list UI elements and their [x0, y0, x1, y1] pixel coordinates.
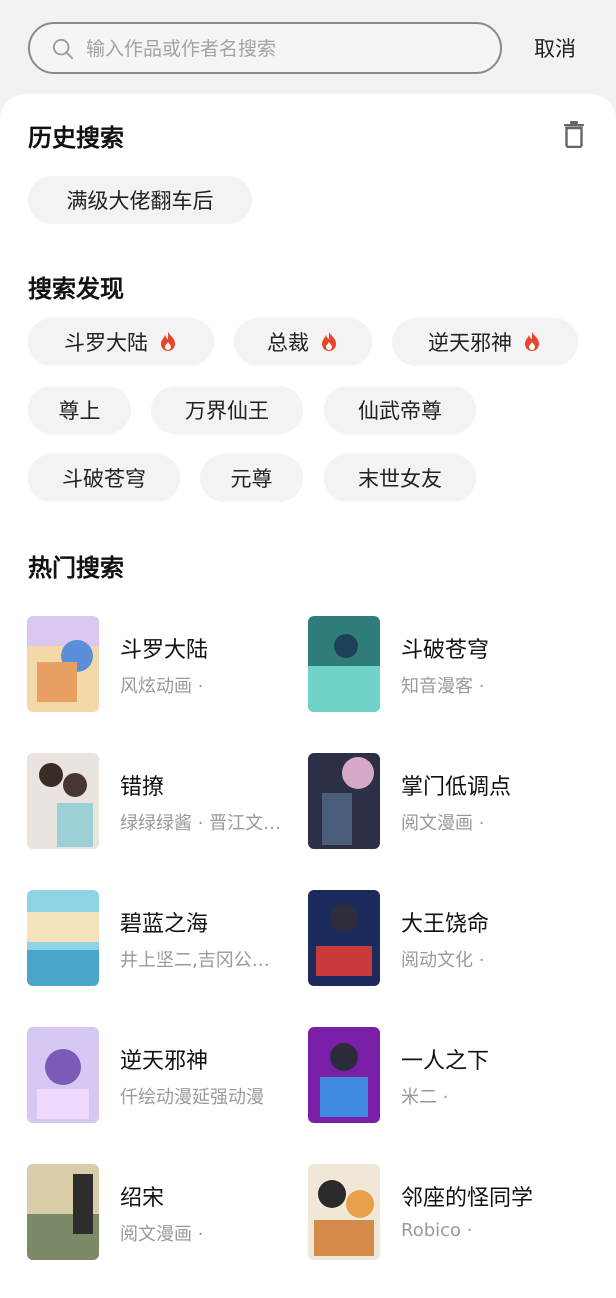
search-panel: 历史搜索 满级大佬翻车后 搜索发现 斗罗大陆 总裁 逆天邪神 尊上 万界仙王 仙… [0, 94, 616, 1298]
cover-image [27, 616, 99, 712]
cover-image [308, 890, 380, 986]
hot-item-author: 阅文漫画 · [120, 1224, 204, 1245]
search-box[interactable] [28, 22, 502, 74]
cover-image [308, 753, 380, 849]
hot-item-author: 知音漫客 · [401, 676, 485, 697]
hot-item-author: 井上坚二,吉冈公… [120, 950, 270, 971]
search-bar: 取消 [0, 0, 616, 100]
trash-icon[interactable] [562, 120, 586, 148]
hot-item[interactable]: 绍宋 阅文漫画 · [27, 1164, 307, 1262]
search-input[interactable] [84, 30, 488, 68]
search-icon [52, 38, 74, 60]
hot-item-author: 仟绘动漫延强动漫 [120, 1087, 264, 1108]
discover-chip-label: 斗破苍穹 [62, 467, 146, 491]
hot-item-title: 邻座的怪同学 [401, 1186, 534, 1211]
fire-icon [161, 332, 175, 351]
discover-chip[interactable]: 元尊 [200, 454, 303, 502]
hot-item-title: 大王饶命 [401, 912, 490, 937]
history-title: 历史搜索 [28, 124, 124, 152]
discover-chip-label: 元尊 [230, 467, 273, 491]
hot-item[interactable]: 错撩 绿绿绿酱 · 晋江文… [27, 753, 307, 851]
discover-chip-label: 斗罗大陆 [64, 331, 148, 355]
discover-chip-label: 逆天邪神 [428, 331, 512, 355]
fire-icon [322, 332, 336, 351]
discover-chip-label: 尊上 [58, 399, 101, 423]
discover-chip-label: 末世女友 [358, 467, 442, 491]
hot-item-title: 斗罗大陆 [120, 638, 209, 663]
hot-item[interactable]: 大王饶命 阅动文化 · [308, 890, 588, 988]
discover-chip-label: 万界仙王 [185, 399, 269, 423]
hot-item-title: 错撩 [120, 775, 165, 800]
cover-image [308, 616, 380, 712]
hot-item-author: 阅动文化 · [401, 950, 485, 971]
hot-item-author: 阅文漫画 · [401, 813, 485, 834]
hot-item-title: 逆天邪神 [120, 1049, 209, 1074]
hot-item[interactable]: 逆天邪神 仟绘动漫延强动漫 [27, 1027, 307, 1125]
cancel-button[interactable]: 取消 [534, 33, 576, 63]
hot-item-author: Robico · [401, 1220, 473, 1241]
cover-image [27, 753, 99, 849]
hot-item[interactable]: 斗罗大陆 风炫动画 · [27, 616, 307, 714]
history-chip-label: 满级大佬翻车后 [66, 189, 214, 213]
hot-item[interactable]: 邻座的怪同学 Robico · [308, 1164, 588, 1262]
discover-chip[interactable]: 总裁 [234, 318, 372, 366]
history-chip[interactable]: 满级大佬翻车后 [28, 176, 252, 224]
discover-title: 搜索发现 [28, 275, 124, 303]
hot-item-title: 斗破苍穹 [401, 638, 490, 663]
hot-item[interactable]: 一人之下 米二 · [308, 1027, 588, 1125]
hot-item-author: 风炫动画 · [120, 676, 204, 697]
cover-image [27, 890, 99, 986]
hot-item-title: 掌门低调点 [401, 775, 512, 800]
discover-chip[interactable]: 斗破苍穹 [28, 454, 180, 502]
discover-chip[interactable]: 仙武帝尊 [324, 386, 476, 434]
hot-item[interactable]: 斗破苍穹 知音漫客 · [308, 616, 588, 714]
discover-chip[interactable]: 逆天邪神 [392, 318, 578, 366]
hot-item-author: 绿绿绿酱 · 晋江文… [120, 813, 282, 834]
discover-chip[interactable]: 尊上 [28, 386, 131, 434]
discover-chip[interactable]: 斗罗大陆 [28, 318, 214, 366]
hot-item[interactable]: 碧蓝之海 井上坚二,吉冈公… [27, 890, 307, 988]
discover-chip-label: 仙武帝尊 [358, 399, 442, 423]
hot-item-title: 碧蓝之海 [120, 912, 209, 937]
hot-title: 热门搜索 [28, 554, 124, 582]
cover-image [308, 1027, 380, 1123]
hot-item[interactable]: 掌门低调点 阅文漫画 · [308, 753, 588, 851]
hot-item-title: 一人之下 [401, 1049, 490, 1074]
discover-chip-label: 总裁 [267, 331, 309, 355]
discover-chip[interactable]: 万界仙王 [151, 386, 303, 434]
cover-image [27, 1164, 99, 1260]
hot-item-title: 绍宋 [120, 1186, 165, 1211]
hot-item-author: 米二 · [401, 1087, 449, 1108]
discover-chip[interactable]: 末世女友 [324, 454, 476, 502]
cover-image [27, 1027, 99, 1123]
cover-image [308, 1164, 380, 1260]
fire-icon [525, 332, 539, 351]
